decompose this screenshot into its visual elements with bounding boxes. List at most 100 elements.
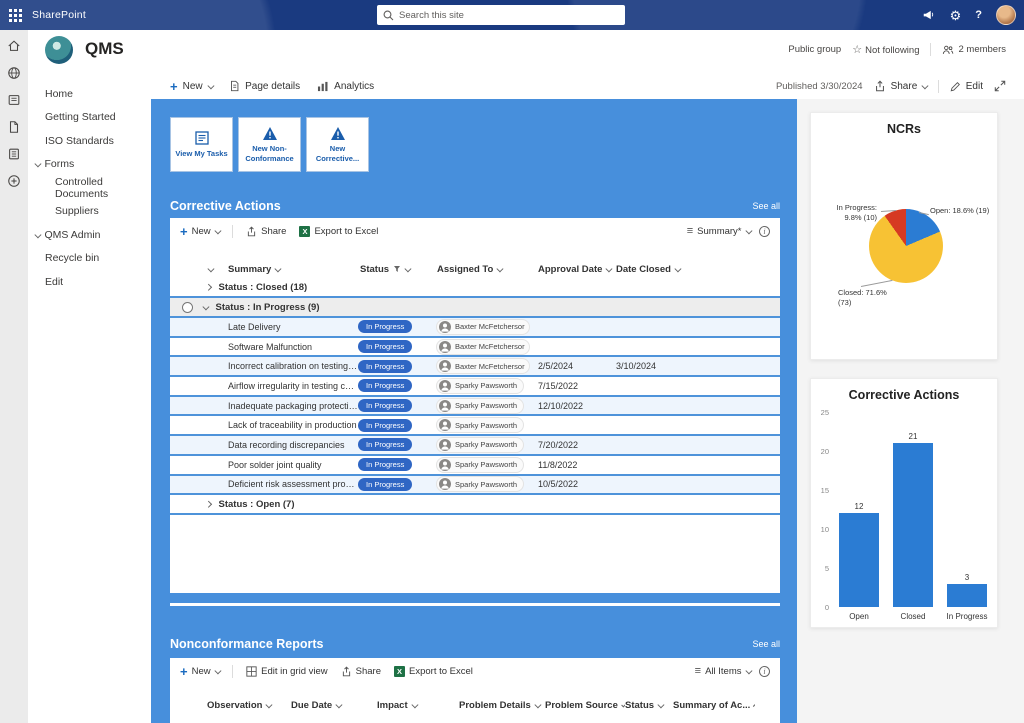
sidebar-item-recycle-bin[interactable]: Recycle bin [28, 247, 151, 271]
group-row-closed[interactable]: Status : Closed (18) [170, 278, 780, 298]
help-icon[interactable]: ? [975, 9, 982, 21]
see-all-link-corrective[interactable]: See all [752, 201, 780, 211]
export-to-excel-button[interactable]: X Export to Excel [299, 225, 378, 237]
chevron-down-icon [657, 701, 665, 708]
chevron-down-icon [214, 667, 221, 674]
gear-icon[interactable]: ⚙ [950, 9, 962, 22]
search-box[interactable] [377, 5, 625, 25]
sidebar-item-iso-standards[interactable]: ISO Standards [28, 129, 151, 153]
expand-icon[interactable] [994, 80, 1006, 92]
pie-label-open: Open: 18.6% (19) [930, 206, 990, 215]
sidebar-item-qms-admin[interactable]: QMS Admin [28, 223, 151, 247]
sidebar-item-label: Forms [44, 158, 75, 171]
table-row[interactable]: Poor solder joint quality In Progress Spar… [170, 455, 780, 476]
edit-in-grid-view-button[interactable]: Edit in grid view [246, 666, 328, 677]
view-selector[interactable]: ≡ All Items [695, 665, 752, 677]
analytics-button[interactable]: Analytics [317, 81, 374, 92]
bar-plot: 12 Open 21 Closed 3 In Progress [835, 412, 991, 621]
table-row[interactable]: Incorrect calibration on testing e... In … [170, 357, 780, 378]
selection-radio[interactable] [182, 301, 193, 313]
user-avatar[interactable] [996, 5, 1016, 25]
members-button[interactable]: 2 members [942, 44, 1006, 55]
assignee[interactable]: Sparky Pawsworth [436, 476, 525, 493]
app-launcher-icon[interactable] [9, 8, 22, 22]
group-row-open[interactable]: Status : Open (7) [170, 495, 780, 516]
new-button[interactable]: + New [170, 80, 214, 93]
share-button[interactable]: Share [874, 80, 929, 92]
megaphone-icon[interactable] [922, 8, 936, 22]
new-item-button[interactable]: + New [180, 225, 221, 238]
sidebar-item-getting-started[interactable]: Getting Started [28, 106, 151, 130]
chevron-right-icon[interactable] [205, 501, 212, 508]
tile-view-my-tasks[interactable]: View My Tasks [170, 117, 233, 172]
file-icon[interactable] [7, 120, 21, 134]
column-header-date-closed[interactable]: Date Closed [614, 264, 780, 275]
chevron-right-icon[interactable] [205, 283, 212, 291]
assignee[interactable]: Sparky Pawsworth [436, 456, 525, 473]
follow-button[interactable]: ☆ Not following [852, 43, 919, 56]
sidebar-item-controlled-documents[interactable]: Controlled Documents [28, 176, 151, 200]
new-item-button[interactable]: + New [180, 665, 221, 678]
tile-new-non-conformance[interactable]: New Non-Conformance [238, 117, 301, 172]
suite-app-name[interactable]: SharePoint [32, 9, 86, 21]
row-summary: Inadequate packaging protection [228, 400, 358, 411]
table-row[interactable]: Lack of traceability in production In Pro… [170, 416, 780, 437]
column-header-status[interactable]: Status [625, 700, 673, 711]
column-header-problem-details[interactable]: Problem Details [459, 700, 545, 711]
table-row[interactable]: Airflow irregularity in testing cha... In… [170, 377, 780, 397]
column-header-assigned-to[interactable]: Assigned To [436, 264, 532, 275]
search-input[interactable] [399, 9, 619, 21]
sidebar-item-forms[interactable]: Forms [28, 153, 151, 177]
table-row[interactable]: Software Malfunction In Progress Baxter Mc… [170, 337, 780, 358]
edit-button[interactable]: Edit [950, 81, 983, 92]
tile-new-corrective-[interactable]: New Corrective... [306, 117, 369, 172]
table-row[interactable]: Inadequate packaging protection In Progre… [170, 396, 780, 417]
share-button[interactable]: Share [341, 666, 381, 677]
info-icon[interactable]: i [759, 225, 770, 237]
column-header-due-date[interactable]: Due Date [291, 700, 377, 711]
assignee[interactable]: Baxter McFetchersor [436, 358, 530, 375]
y-tick-label: 20 [820, 447, 829, 456]
news-icon[interactable] [7, 93, 21, 107]
column-header-observation[interactable]: Observation [207, 700, 291, 711]
column-header-problem-source[interactable]: Problem Source [545, 700, 625, 711]
sidebar-item-home[interactable]: Home [28, 82, 151, 106]
column-header-approval-date[interactable]: Approval Date [532, 264, 614, 275]
share-button[interactable]: Share [246, 226, 286, 237]
assignee[interactable]: Sparky Pawsworth [436, 417, 525, 434]
chevron-down-icon[interactable] [207, 265, 214, 272]
info-icon[interactable]: i [759, 665, 770, 677]
page-icon [231, 80, 239, 92]
group-label: Status : In Progress (9) [215, 301, 320, 313]
see-all-link-nonconformance[interactable]: See all [752, 639, 780, 649]
site-logo[interactable] [45, 36, 73, 64]
table-row[interactable]: Deficient risk assessment process In Prog… [170, 475, 780, 496]
group-row-in-progress[interactable]: Status : In Progress (9) [170, 298, 780, 318]
tile-label: New Corrective... [315, 144, 360, 163]
home-icon[interactable] [7, 39, 21, 53]
column-header-summary-of-ac-[interactable]: Summary of Ac... [673, 700, 755, 711]
assignee[interactable]: Sparky Pawsworth [436, 397, 525, 414]
bar [947, 583, 987, 607]
page-details-button[interactable]: Page details [229, 80, 300, 92]
assignee[interactable]: Sparky Pawsworth [436, 377, 525, 394]
view-selector[interactable]: ≡ Summary* [687, 225, 752, 237]
column-header-impact[interactable]: Impact [377, 700, 459, 711]
sidebar-item-suppliers[interactable]: Suppliers [28, 200, 151, 224]
globe-icon[interactable] [7, 66, 21, 80]
sidebar-item-label: Home [45, 87, 74, 100]
export-to-excel-button[interactable]: X Export to Excel [394, 665, 473, 677]
table-row[interactable]: Late Delivery In Progress Baxter McFetcher… [170, 318, 780, 338]
assignee[interactable]: Sparky Pawsworth [436, 436, 525, 453]
column-header-summary[interactable]: Summary [218, 264, 358, 275]
column-header-status[interactable]: Status [358, 264, 436, 275]
y-tick-label: 10 [820, 525, 829, 534]
chevron-down-icon [34, 160, 42, 167]
add-circle-icon[interactable] [7, 174, 21, 188]
chevron-down-icon[interactable] [202, 303, 210, 310]
table-row[interactable]: Data recording discrepancies In Progress S… [170, 436, 780, 456]
assignee[interactable]: Baxter McFetchersor [436, 338, 530, 355]
list-icon[interactable] [7, 147, 21, 161]
assignee[interactable]: Baxter McFetchersor [436, 318, 530, 335]
sidebar-item-edit[interactable]: Edit [28, 270, 151, 294]
